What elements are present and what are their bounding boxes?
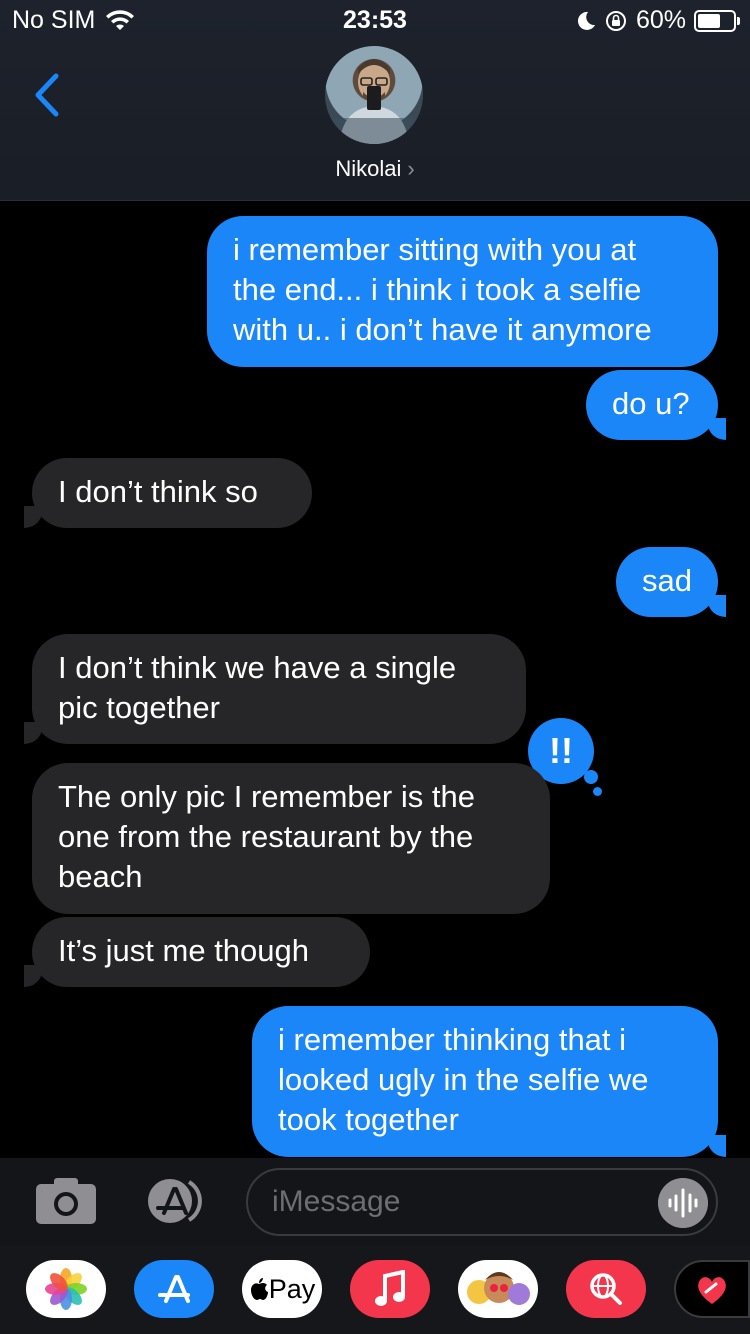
memoji-icon[interactable] [458, 1260, 538, 1318]
apple-pay-label: Pay [268, 1273, 316, 1304]
photos-icon[interactable] [26, 1260, 106, 1318]
camera-icon[interactable] [34, 1176, 98, 1226]
message-bubble-received[interactable]: The only pic I remember is the one from … [32, 763, 550, 914]
bubble-tail [24, 722, 42, 744]
rotation-lock-icon [605, 10, 626, 31]
app-store-icon[interactable] [140, 1176, 212, 1226]
message-bubble-received[interactable]: I don’t think so [32, 458, 312, 528]
bubble-tail [24, 965, 42, 987]
message-bubble-sent[interactable]: i remember thinking that i looked ugly i… [252, 1006, 718, 1157]
audio-message-icon[interactable] [658, 1178, 708, 1228]
apple-logo-icon [250, 1278, 268, 1300]
contact-name-label: Nikolai [335, 156, 402, 181]
music-icon[interactable] [350, 1260, 430, 1318]
battery-percent: 60% [635, 6, 686, 34]
web-search-icon[interactable] [566, 1260, 646, 1318]
app-store-icon[interactable] [134, 1260, 214, 1318]
message-bubble-sent[interactable]: sad [616, 547, 718, 617]
back-chevron-icon[interactable] [28, 70, 68, 120]
message-input[interactable]: iMessage [246, 1168, 718, 1236]
bubble-tail [708, 1135, 726, 1157]
contact-name[interactable]: Nikolai › [0, 156, 750, 182]
chevron-right-icon: › [407, 156, 415, 181]
message-bubble-sent[interactable]: do u? [586, 370, 718, 440]
status-bar: No SIM 23:53 60% [0, 6, 750, 40]
tapback-symbol: !! [549, 730, 573, 771]
message-bubble-received[interactable]: I don’t think we have a single pic toget… [32, 634, 526, 744]
bubble-tail [708, 418, 726, 440]
bubble-tail [24, 506, 42, 528]
apple-pay-icon[interactable]: Pay [242, 1260, 322, 1318]
battery-icon [694, 9, 740, 32]
conversation-header: No SIM 23:53 60% Nikolai › [0, 0, 750, 201]
message-bubble-sent[interactable]: i remember sitting with you at the end..… [207, 216, 718, 367]
contact-avatar[interactable] [325, 46, 423, 144]
digital-touch-icon[interactable] [674, 1260, 750, 1318]
moon-icon [577, 11, 595, 30]
bubble-tail [708, 595, 726, 617]
message-bubble-received[interactable]: It’s just me though [32, 917, 370, 987]
message-input-placeholder: iMessage [272, 1185, 401, 1218]
